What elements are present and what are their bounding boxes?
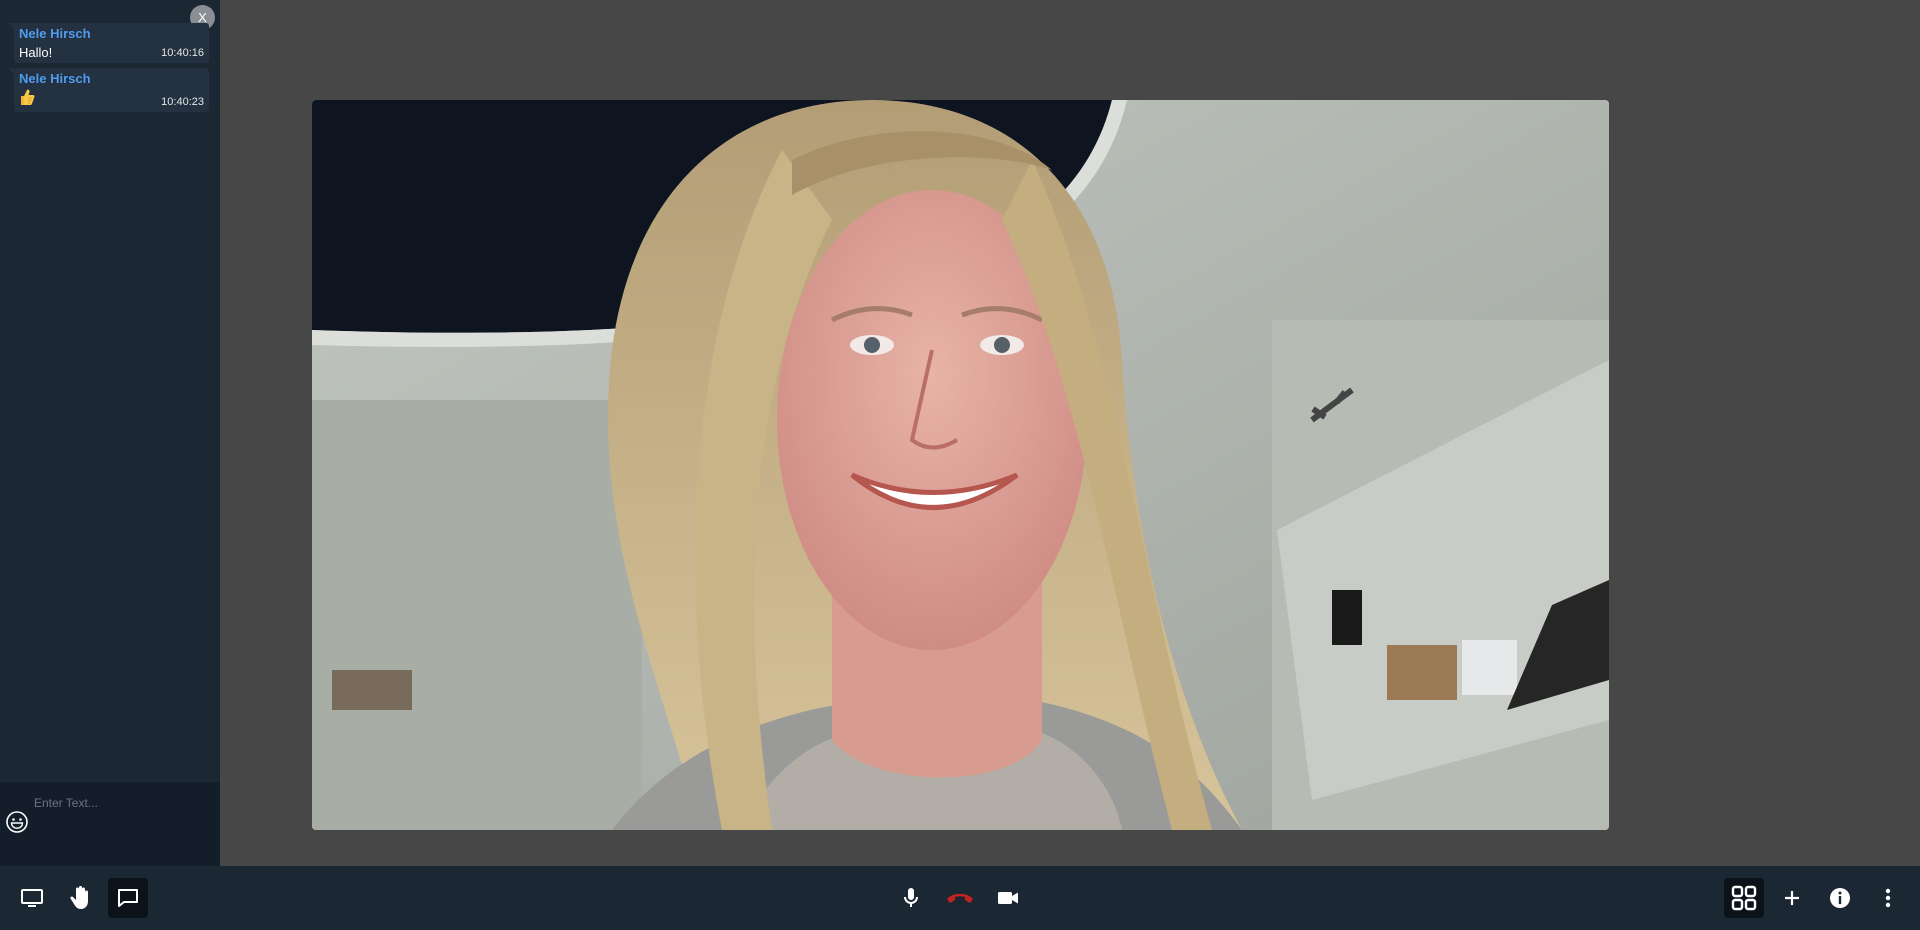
add-icon xyxy=(1785,891,1799,905)
microphone-button[interactable] xyxy=(891,878,931,918)
raise-hand-button[interactable] xyxy=(60,878,100,918)
chat-panel: X Nele Hirsch Hallo! 10:40:16 Nele Hirsc… xyxy=(0,0,220,866)
message-time: 10:40:16 xyxy=(161,47,204,59)
tile-view-button[interactable] xyxy=(1724,878,1764,918)
video-frame xyxy=(312,100,1609,830)
chat-message-input[interactable] xyxy=(34,792,210,814)
more-icon xyxy=(1885,888,1891,908)
thumbs-up-emoji xyxy=(21,89,35,105)
hangup-button[interactable] xyxy=(940,878,980,918)
camera-button[interactable] xyxy=(988,878,1028,918)
chat-message: Nele Hirsch Hallo! 10:40:16 xyxy=(8,23,209,63)
more-button[interactable] xyxy=(1868,878,1908,918)
participant-video[interactable] xyxy=(312,100,1609,830)
chat-message: Nele Hirsch 10:40:23 xyxy=(8,68,209,112)
video-stage xyxy=(220,0,1920,866)
toolbar xyxy=(0,866,1920,930)
camera-icon xyxy=(998,892,1018,904)
screen-share-button[interactable] xyxy=(12,878,52,918)
microphone-icon xyxy=(904,888,918,907)
info-icon xyxy=(1830,888,1850,908)
chat-icon xyxy=(118,889,138,907)
tile-view-icon xyxy=(1731,885,1757,911)
screen-share-icon xyxy=(21,889,43,907)
add-participant-button[interactable] xyxy=(1772,878,1812,918)
emoji-picker-icon[interactable] xyxy=(5,810,29,834)
message-text: Hallo! xyxy=(19,45,53,60)
chat-button[interactable] xyxy=(108,878,148,918)
hangup-icon xyxy=(947,893,973,903)
message-time: 10:40:23 xyxy=(161,96,204,108)
message-author: Nele Hirsch xyxy=(19,26,91,41)
raise-hand-icon xyxy=(70,886,88,909)
message-author: Nele Hirsch xyxy=(19,71,91,86)
chat-input-area xyxy=(0,782,220,866)
info-button[interactable] xyxy=(1820,878,1860,918)
